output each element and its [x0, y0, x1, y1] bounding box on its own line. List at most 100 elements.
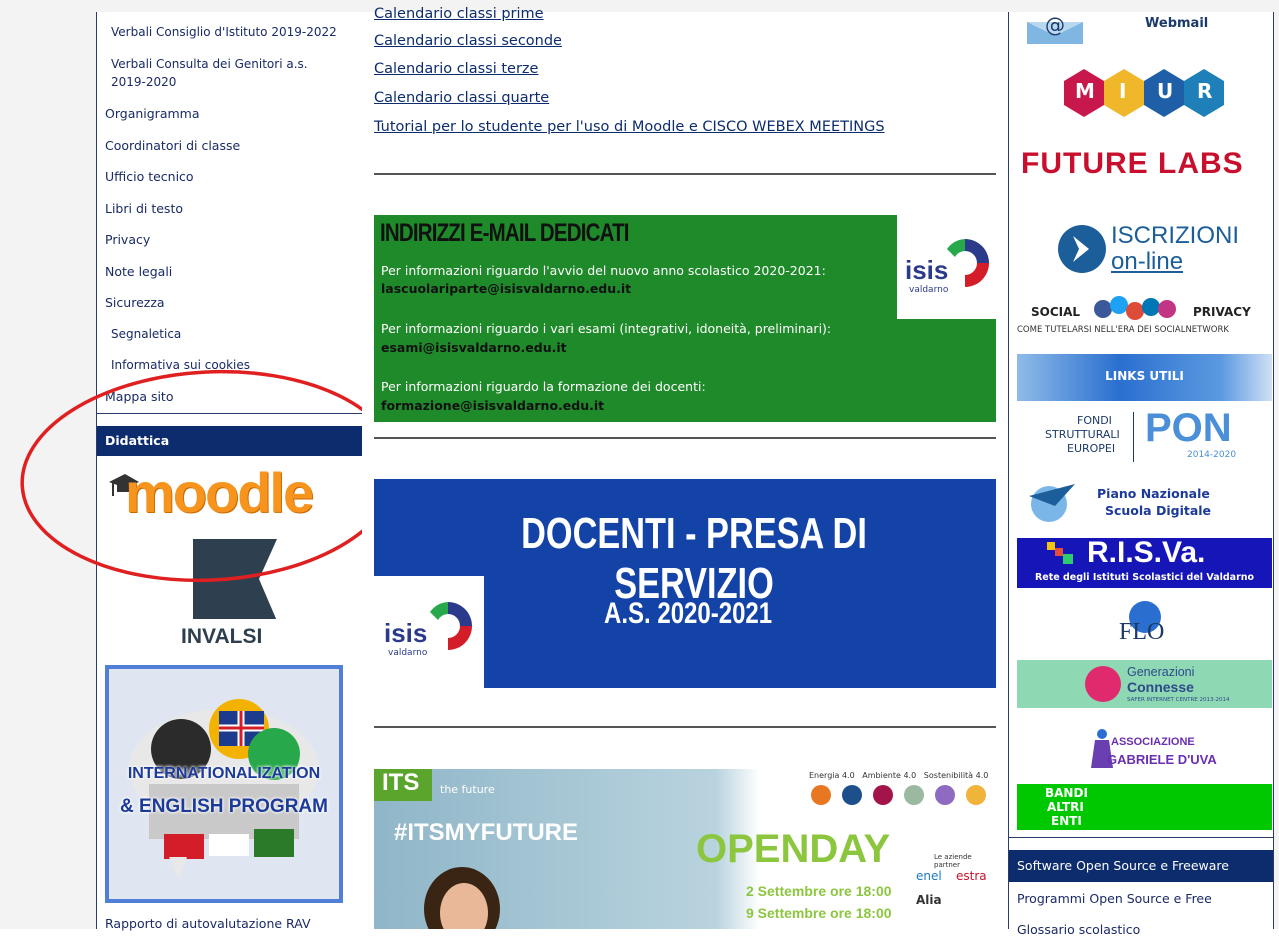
page-top-strip [0, 0, 1279, 12]
link-calendario-seconde[interactable]: Calendario classi seconde [374, 33, 562, 49]
flo-text: FLO [1119, 619, 1165, 645]
risva-title: R.I.S.Va. [1087, 536, 1206, 569]
at-envelope-icon: @ [1027, 13, 1083, 44]
link-calendario-prime[interactable]: Calendario classi prime [374, 6, 544, 22]
right-sidebar: @ Webmail M I U R FUTURE LABS ISCRIZIONI… [1008, 12, 1274, 937]
bandi-altri-enti-banner[interactable]: BANDI ALTRI ENTI [1017, 784, 1272, 830]
generazioni-connesse-banner[interactable]: Generazioni Connesse SAFER INTERNET CENT… [1017, 660, 1272, 708]
link-calendario-quarte[interactable]: Calendario classi quarte [374, 90, 549, 106]
miur-letter-r: R [1197, 79, 1213, 103]
social-privacy-banner[interactable]: SOCIAL PRIVACY COME TUTELARSI NELL'ERA D… [1017, 295, 1272, 341]
associazione-dUva-banner[interactable]: ASSOCIAZIONE GABRIELE D'UVA [1017, 722, 1272, 777]
email-box-e2[interactable]: esami@isisvaldarno.edu.it [381, 340, 567, 355]
pnsd-line2: Scuola Digitale [1105, 503, 1212, 518]
pon-europei: EUROPEI [1067, 442, 1116, 455]
gen-subtitle: SAFER INTERNET CENTRE 2013-2014 [1127, 697, 1230, 703]
link-programmi-open-source[interactable]: Programmi Open Source e Free [1017, 891, 1212, 906]
pnsd-line1: Piano Nazionale [1097, 486, 1210, 501]
svg-text:@: @ [1045, 13, 1065, 37]
its-openday: OPENDAY [696, 827, 891, 871]
separator-2 [374, 437, 996, 439]
its-sectors: Energia 4.0 Ambiente 4.0 Sostenibilità 4… [809, 771, 989, 780]
iscrizioni-online-banner[interactable]: ISCRIZIONI on-line [1017, 220, 1272, 282]
link-tutorial-moodle-webex[interactable]: Tutorial per lo studente per l'uso di Mo… [374, 119, 885, 135]
bandi-line1: BANDI [1045, 786, 1088, 800]
invalsi-label: INVALSI [181, 625, 263, 648]
gc-bubble-icon [1085, 666, 1121, 702]
link-note-legali[interactable]: Note legali [105, 264, 172, 279]
software-header: Software Open Source e Freeware [1009, 850, 1273, 882]
pnsd-banner[interactable]: Piano Nazionale Scuola Digitale [1017, 474, 1272, 524]
link-sicurezza[interactable]: Sicurezza [105, 295, 165, 310]
isis-logo-subtext: valdarno [388, 648, 428, 658]
docenti-title: DOCENTI - PRESA DI SERVIZIO [521, 509, 867, 608]
links-utili-banner[interactable]: LINKS UTILI [1017, 354, 1272, 401]
link-privacy[interactable]: Privacy [105, 232, 150, 247]
pon-banner[interactable]: FONDI STRUTTURALI EUROPEI PON 2014-2020 [1017, 406, 1272, 466]
its-date-2: 9 Settembre ore 18:00 [746, 905, 892, 921]
airplane-globe-icon [1029, 484, 1075, 522]
link-organigramma[interactable]: Organigramma [105, 106, 200, 121]
link-verbali-consulta-year[interactable]: 2019-2020 [111, 75, 176, 89]
miur-logo[interactable]: M I U R [1017, 67, 1272, 122]
student-photo-icon [424, 867, 500, 929]
link-segnaletica[interactable]: Segnaletica [111, 327, 181, 341]
its-partner-enel: enel [916, 869, 942, 883]
privacy-label: PRIVACY [1193, 305, 1251, 319]
email-box-p1: Per informazioni riguardo l'avvio del nu… [381, 263, 826, 278]
social-icons [1094, 296, 1176, 320]
isis-logo-email: isis valdarno [897, 215, 996, 319]
futurelabs-text: FUTURE LABS [1021, 147, 1244, 180]
its-partner-estra: estra [956, 869, 987, 883]
pon-big-text: PON [1145, 406, 1232, 450]
internationalization-banner[interactable]: INTERNATIONALIZATION & ENGLISH PROGRAM [105, 665, 343, 903]
social-label: SOCIAL [1031, 305, 1081, 319]
link-glossario-scolastico[interactable]: Glossario scolastico [1017, 922, 1140, 937]
link-coordinatori[interactable]: Coordinatori di classe [105, 138, 240, 153]
email-box-p2: Per informazioni riguardo i vari esami (… [381, 321, 832, 336]
isis-logo-docenti: isis valdarno [374, 576, 484, 688]
intl-title-line2: & ENGLISH PROGRAM [120, 796, 328, 817]
isis-logo-text: isis [384, 618, 428, 648]
email-box-e1[interactable]: lascuolariparte@isisvaldarno.edu.it [381, 281, 631, 296]
its-openday-banner[interactable]: ITS the future #ITSMYFUTURE Energia 4.0 … [374, 769, 996, 929]
email-box-p3: Per informazioni riguardo la formazione … [381, 379, 706, 394]
pon-strutturali: STRUTTURALI [1045, 428, 1120, 441]
link-libri-di-testo[interactable]: Libri di testo [105, 201, 183, 216]
social-subtitle: COME TUTELARSI NELL'ERA DEI SOCIALNETWOR… [1017, 325, 1229, 335]
its-partner-title: Le aziende partner [934, 853, 972, 869]
link-verbali-consiglio[interactable]: Verbali Consiglio d'Istituto 2019-2022 [111, 25, 337, 39]
gen-line2: Connesse [1127, 679, 1194, 695]
link-calendario-terze[interactable]: Calendario classi terze [374, 61, 538, 77]
flags-cloud-icon [129, 699, 319, 879]
separator-3 [374, 726, 996, 728]
link-ufficio-tecnico[interactable]: Ufficio tecnico [105, 169, 194, 184]
iscrizioni-line1: ISCRIZIONI [1111, 222, 1240, 249]
bandi-line2: ALTRI [1047, 800, 1084, 814]
risva-banner[interactable]: R.I.S.Va. Rete degli Istituti Scolastici… [1017, 536, 1272, 588]
intl-title-line1: INTERNATIONALIZATION [127, 765, 321, 782]
assoc-line1: ASSOCIAZIONE [1111, 736, 1195, 748]
flo-logo[interactable]: FLO [1017, 597, 1272, 653]
link-verbali-consulta[interactable]: Verbali Consulta dei Genitori a.s. [111, 57, 308, 71]
futurelabs-logo[interactable]: FUTURE LABS [1017, 147, 1272, 189]
main-content: Calendario classi prime Calendario class… [362, 6, 1008, 929]
email-info-box: INDIRIZZI E-MAIL DEDICATI Per informazio… [374, 215, 996, 422]
risva-subtitle: Rete degli Istituti Scolastici del Valda… [1034, 572, 1255, 583]
its-brand-sub: the future [440, 783, 495, 796]
webmail-banner[interactable]: @ Webmail [1017, 12, 1272, 50]
assoc-line2: GABRIELE D'UVA [1107, 752, 1217, 767]
email-box-e3[interactable]: formazione@isisvaldarno.edu.it [381, 398, 604, 413]
arrow-circle-icon [1058, 225, 1106, 273]
webmail-label: Webmail [1145, 16, 1209, 31]
pon-divider [1133, 412, 1134, 462]
docenti-banner[interactable]: DOCENTI - PRESA DI SERVIZIO A.S. 2020-20… [374, 479, 996, 688]
separator-1 [374, 173, 996, 175]
its-brand: ITS [382, 769, 420, 796]
its-date-1: 2 Settembre ore 18:00 [746, 883, 892, 899]
miur-letter-i: I [1119, 79, 1127, 103]
its-hashtag: #ITSMYFUTURE [394, 819, 579, 846]
iscrizioni-line2: on-line [1111, 248, 1184, 275]
links-utili-label: LINKS UTILI [1105, 369, 1184, 383]
its-partner-alia: Alia [916, 893, 942, 907]
